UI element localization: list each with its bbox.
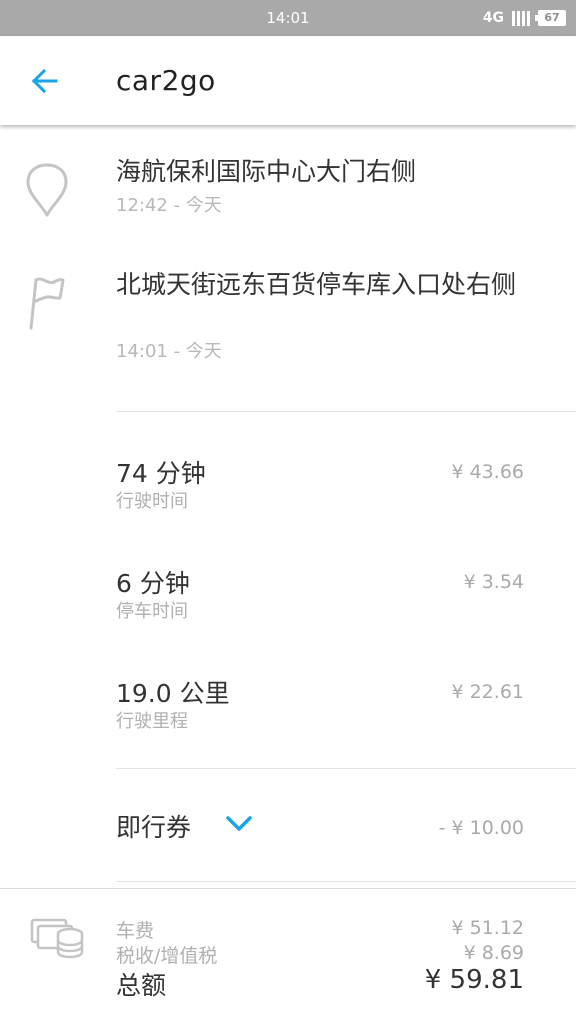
- fare-label: 车费: [116, 920, 155, 942]
- parking-time-value: 6 分钟: [116, 569, 190, 598]
- parking-time-price: ¥ 3.54: [463, 571, 524, 593]
- driving-time-label: 行驶时间: [116, 491, 188, 512]
- divider: [116, 768, 576, 769]
- driving-time-price: ¥ 43.66: [451, 461, 524, 483]
- distance-value: 19.0 公里: [116, 679, 230, 708]
- parking-time-label: 停车时间: [116, 601, 188, 622]
- fare-value: ¥ 51.12: [451, 917, 524, 939]
- location-pin-icon: [26, 163, 68, 217]
- divider: [116, 411, 576, 412]
- start-time: 12:42 - 今天: [116, 195, 222, 216]
- back-arrow-icon: [31, 68, 58, 94]
- app-bar: car2go: [0, 36, 576, 125]
- divider: [116, 881, 576, 882]
- driving-time-value: 74 分钟: [116, 459, 206, 488]
- back-button[interactable]: [28, 64, 62, 98]
- signal-icon: [512, 10, 530, 26]
- tax-label: 税收/增值税: [116, 945, 218, 967]
- tax-value: ¥ 8.69: [463, 942, 524, 964]
- status-bar: 14:01 4G 67: [0, 0, 576, 36]
- money-coins-icon: [30, 918, 84, 959]
- total-value: ¥ 59.81: [424, 965, 524, 995]
- distance-label: 行驶里程: [116, 711, 188, 732]
- summary-divider: [0, 888, 576, 889]
- coupon-label[interactable]: 即行券: [116, 808, 191, 844]
- page-title: car2go: [116, 64, 216, 97]
- chevron-down-icon[interactable]: [224, 812, 254, 836]
- end-address: 北城天街远东百货停车库入口处右侧: [116, 270, 517, 299]
- start-address: 海航保利国际中心大门右侧: [116, 157, 417, 186]
- end-time: 14:01 - 今天: [116, 341, 222, 362]
- total-label: 总额: [116, 971, 167, 1000]
- coupon-price: - ¥ 10.00: [438, 817, 524, 839]
- battery-icon: 67: [535, 10, 566, 26]
- status-indicators: 4G 67: [483, 8, 566, 28]
- battery-level: 67: [544, 11, 560, 24]
- distance-price: ¥ 22.61: [451, 681, 524, 703]
- network-type: 4G: [482, 10, 504, 26]
- flag-icon: [29, 277, 65, 330]
